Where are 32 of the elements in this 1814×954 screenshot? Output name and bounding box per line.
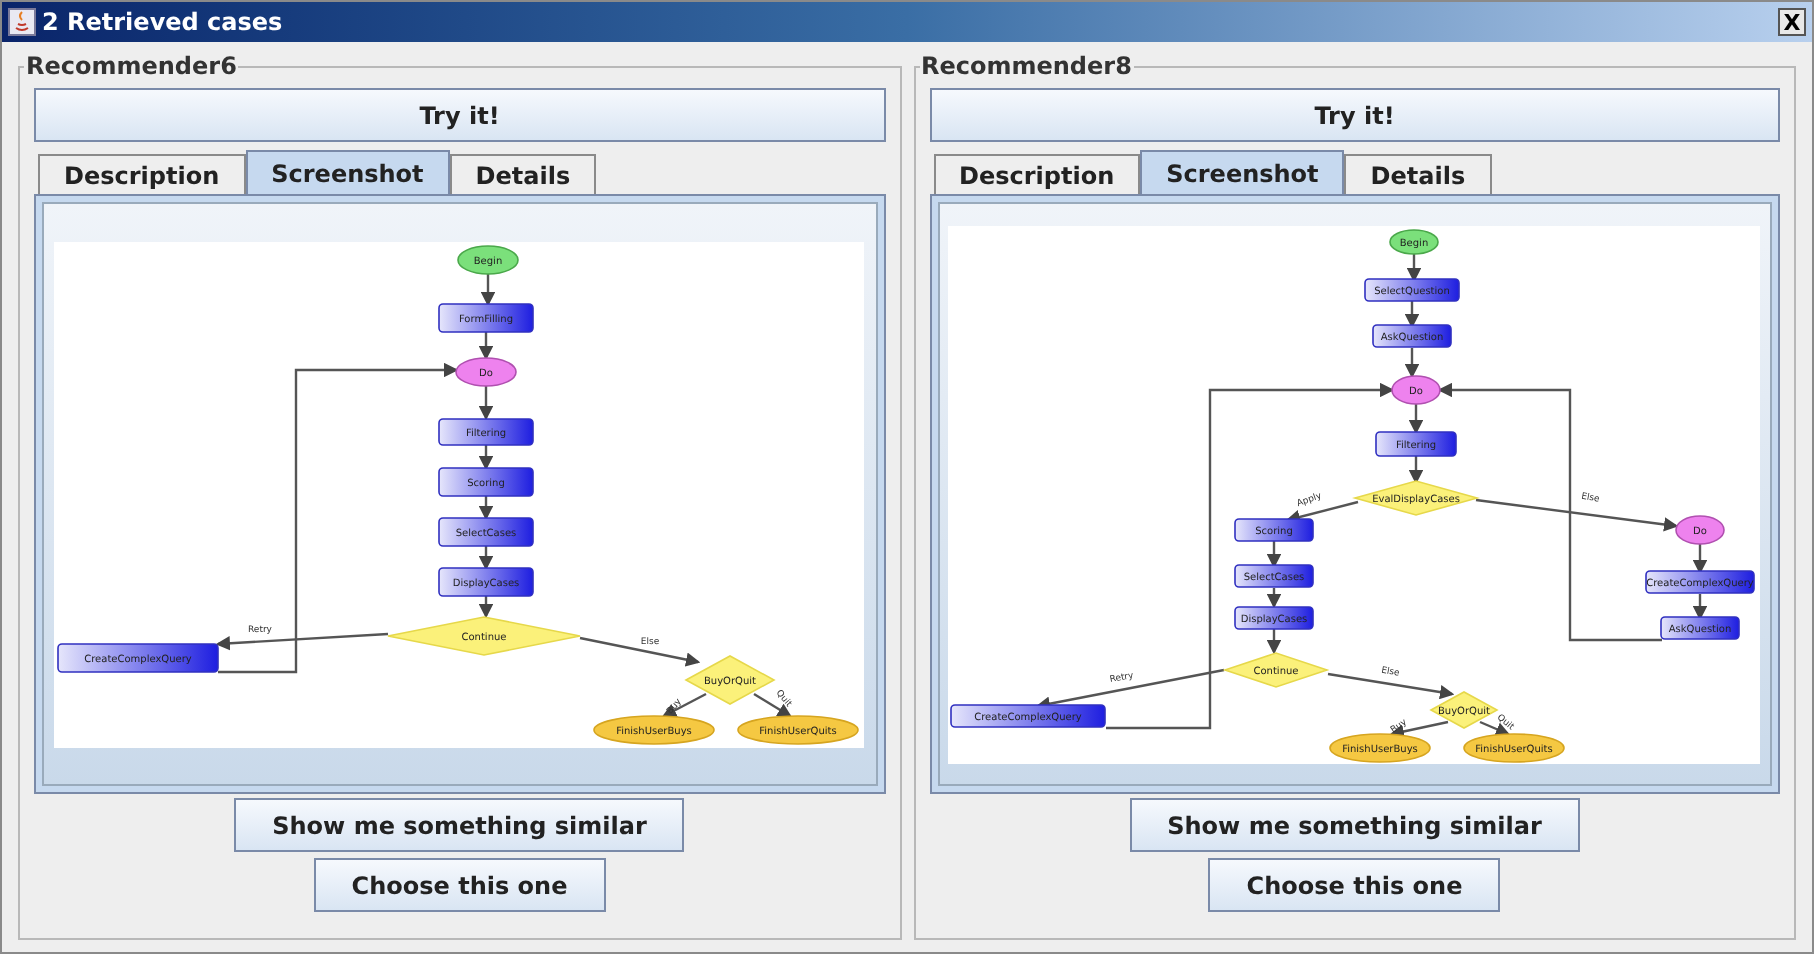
arrow bbox=[1405, 299, 1420, 328]
arrow bbox=[1693, 593, 1708, 620]
similar-button[interactable]: Show me something similar bbox=[1129, 798, 1580, 852]
try-button[interactable]: Try it! bbox=[929, 88, 1780, 142]
arrow bbox=[1407, 253, 1422, 282]
tab[interactable]: Details bbox=[449, 154, 597, 194]
window-title: 2 Retrieved cases bbox=[42, 6, 283, 40]
arrow bbox=[481, 273, 496, 306]
close-button[interactable]: X bbox=[1778, 8, 1806, 36]
similar-button[interactable]: Show me something similar bbox=[234, 798, 685, 852]
arrow bbox=[1693, 543, 1708, 574]
try-button[interactable]: Try it! bbox=[34, 88, 885, 142]
arrow bbox=[662, 691, 708, 717]
tab[interactable]: Screenshot bbox=[245, 150, 450, 194]
tab[interactable]: Screenshot bbox=[1140, 150, 1345, 194]
arrow bbox=[479, 443, 494, 470]
arrow bbox=[479, 385, 494, 420]
tab[interactable]: Description bbox=[38, 154, 246, 194]
arrow bbox=[479, 545, 494, 570]
arrow bbox=[1409, 403, 1424, 434]
arrow bbox=[479, 595, 494, 618]
choose-button[interactable]: Choose this one bbox=[1208, 858, 1501, 912]
arrow bbox=[753, 691, 793, 717]
arrow bbox=[580, 635, 701, 666]
app-icon bbox=[8, 8, 36, 36]
arrow bbox=[479, 495, 494, 520]
arrow bbox=[479, 331, 494, 360]
arrow bbox=[1405, 347, 1420, 378]
arrow bbox=[1409, 455, 1424, 484]
tab[interactable]: Description bbox=[933, 154, 1141, 194]
choose-button[interactable]: Choose this one bbox=[313, 858, 606, 912]
tab[interactable]: Details bbox=[1344, 154, 1492, 194]
